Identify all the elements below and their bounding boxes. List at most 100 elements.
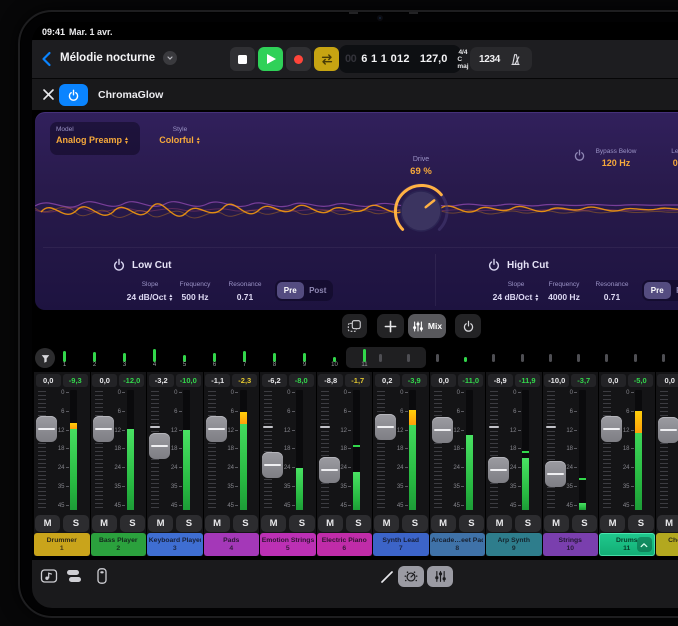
pan-value[interactable]: 0,0 [431, 374, 456, 387]
fader-zone[interactable]: 061218243545 [317, 388, 373, 514]
mixer-power-button[interactable] [455, 314, 481, 338]
solo-button[interactable]: S [628, 515, 653, 532]
high-cut-power-icon[interactable] [487, 258, 501, 272]
pan-value[interactable]: 0,2 [375, 374, 400, 387]
solo-button[interactable]: S [120, 515, 145, 532]
fader-cap[interactable] [36, 416, 57, 442]
track-tile[interactable]: Chorus V 12 [656, 533, 678, 556]
track-tile[interactable]: Strings 10 [543, 533, 599, 556]
volume-value[interactable]: -1,7 [345, 374, 370, 387]
paste-settings-button[interactable] [342, 314, 367, 338]
smart-controls-button[interactable] [398, 566, 424, 587]
volume-value[interactable]: -3,9 [402, 374, 427, 387]
lowcut-res-value[interactable]: 0.71 [215, 292, 275, 302]
pan-value[interactable]: -1,1 [205, 374, 230, 387]
volume-value[interactable]: -5,0 [628, 374, 653, 387]
solo-button[interactable]: S [402, 515, 427, 532]
track-tile[interactable]: Drummer 1 [34, 533, 90, 556]
back-button[interactable] [40, 51, 54, 67]
highcut-pre-button[interactable]: Pre [644, 282, 671, 299]
lowcut-post-button[interactable]: Post [305, 282, 332, 299]
plugins-icon[interactable] [65, 567, 83, 585]
solo-button[interactable]: S [346, 515, 371, 532]
volume-value[interactable]: -10,0 [176, 374, 201, 387]
mute-button[interactable]: M [657, 515, 678, 532]
mute-button[interactable]: M [544, 515, 569, 532]
low-cut-power-icon[interactable] [112, 258, 126, 272]
fader-zone[interactable]: 061218243545 [486, 388, 542, 514]
bypass-power-icon[interactable] [573, 149, 586, 162]
volume-value[interactable]: -11,0 [458, 374, 483, 387]
highcut-post-button[interactable]: Post [672, 282, 678, 299]
fader-cap[interactable] [601, 416, 622, 442]
mute-button[interactable]: M [148, 515, 173, 532]
bypass-below-value[interactable]: 120 Hz [586, 158, 646, 168]
lowcut-pre-button[interactable]: Pre [277, 282, 304, 299]
track-tile[interactable]: Pads 4 [204, 533, 260, 556]
mute-button[interactable]: M [374, 515, 399, 532]
fader-cap[interactable] [432, 417, 453, 443]
cycle-button[interactable] [314, 47, 339, 71]
pan-value[interactable]: 0,0 [601, 374, 626, 387]
pan-value[interactable]: 0,0 [92, 374, 117, 387]
project-title-menu[interactable]: Mélodie nocturne [60, 51, 177, 65]
count-in-button[interactable]: 1234 [479, 54, 500, 65]
fader-cap[interactable] [262, 452, 283, 478]
metronome-icon[interactable] [508, 52, 523, 67]
solo-button[interactable]: S [176, 515, 201, 532]
drive-knob[interactable] [389, 179, 453, 243]
pan-value[interactable]: 0,0 [36, 374, 61, 387]
fader-zone[interactable]: 061218243545 [260, 388, 316, 514]
highcut-res-value[interactable]: 0.71 [582, 292, 642, 302]
track-tile[interactable]: Synth Lead 7 [373, 533, 429, 556]
loop-browser-icon[interactable] [40, 567, 58, 585]
close-icon[interactable] [42, 88, 55, 101]
mute-button[interactable]: M [205, 515, 230, 532]
fader-cap[interactable] [206, 416, 227, 442]
fader-cap[interactable] [545, 461, 566, 487]
fader-zone[interactable]: 061218243545 [543, 388, 599, 514]
title-dropdown[interactable] [163, 51, 177, 65]
solo-button[interactable]: S [233, 515, 258, 532]
mute-button[interactable]: M [431, 515, 456, 532]
volume-value[interactable]: -11,9 [515, 374, 540, 387]
track-tile[interactable]: Arp Synth 9 [486, 533, 542, 556]
mute-button[interactable]: M [318, 515, 343, 532]
fader-cap[interactable] [149, 433, 170, 459]
fader-cap[interactable] [658, 417, 678, 443]
fader-zone[interactable]: 061218243545 [599, 388, 655, 514]
fader-cap[interactable] [375, 414, 396, 440]
track-tile[interactable]: Electric Piano 6 [317, 533, 373, 556]
style-value[interactable]: Colorful▲▼ [150, 135, 210, 145]
mute-button[interactable]: M [600, 515, 625, 532]
lcd-display[interactable]: 00 6 1 1 012 127,0 4/4 C maj In Out MIDI [339, 45, 461, 73]
fader-zone[interactable]: 061218243545 [373, 388, 429, 514]
mute-button[interactable]: M [487, 515, 512, 532]
fader-zone[interactable]: 061218243545 [91, 388, 147, 514]
pan-value[interactable]: -8,8 [318, 374, 343, 387]
pencil-icon[interactable] [379, 569, 395, 585]
add-track-button[interactable] [377, 314, 404, 338]
pan-value[interactable]: -10,0 [544, 374, 569, 387]
level-value[interactable]: 0.0 [649, 158, 678, 168]
plugin-power-button[interactable] [59, 84, 88, 106]
pan-value[interactable]: -8,9 [488, 374, 513, 387]
fader-zone[interactable]: 061218243545 [656, 388, 678, 514]
record-button[interactable] [286, 47, 311, 71]
fader-zone[interactable]: 061218243545 [430, 388, 486, 514]
fader-cap[interactable] [319, 457, 340, 483]
track-tile[interactable]: Keyboard Player 3 [147, 533, 203, 556]
mute-button[interactable]: M [35, 515, 60, 532]
solo-button[interactable]: S [289, 515, 314, 532]
solo-button[interactable]: S [63, 515, 88, 532]
model-selector[interactable]: Model Analog Preamp▲▼ [50, 122, 140, 155]
track-tile[interactable]: Drums 11 [599, 533, 655, 556]
volume-value[interactable]: -3,7 [571, 374, 596, 387]
pan-value[interactable]: 0,0 [657, 374, 678, 387]
fader-cap[interactable] [93, 416, 114, 442]
track-collapse-button[interactable] [637, 537, 652, 552]
volume-value[interactable]: -2,3 [232, 374, 257, 387]
volume-value[interactable]: -9,3 [63, 374, 88, 387]
fader-zone[interactable]: 061218243545 [204, 388, 260, 514]
mix-view-button[interactable]: Mix [408, 314, 446, 338]
